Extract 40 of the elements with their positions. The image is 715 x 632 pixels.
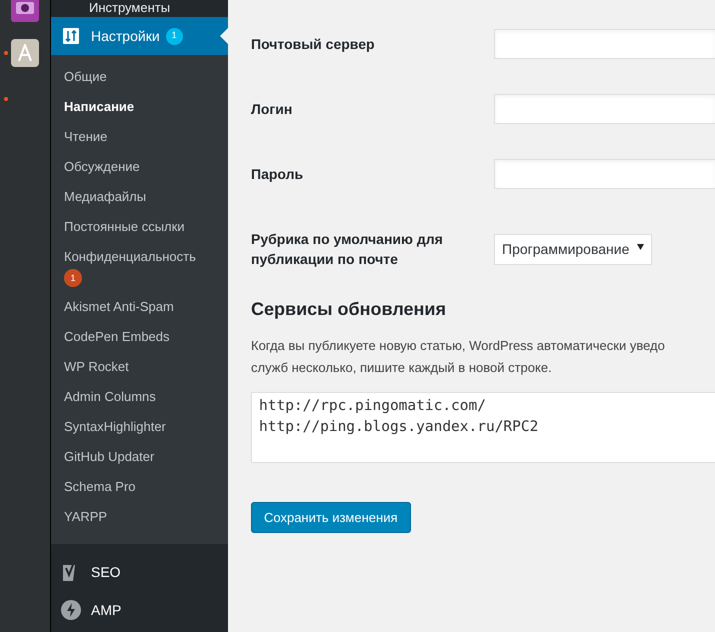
submenu-item[interactable]: SyntaxHighlighter: [51, 412, 228, 442]
app-store-icon[interactable]: [11, 39, 39, 67]
services-textarea[interactable]: http://rpc.pingomatic.com/ http://ping.blogs.yandex.ru/RPC2: [251, 392, 715, 463]
menu-item[interactable]: AMP: [51, 591, 228, 629]
description-text: Когда вы публикуете новую статью, WordPress автоматически уведо: [251, 337, 666, 355]
submenu-item[interactable]: Медиафайлы: [51, 182, 228, 212]
current-arrow-icon: [220, 28, 228, 44]
text-input[interactable]: [494, 94, 715, 124]
submenu-item[interactable]: CodePen Embeds: [51, 322, 228, 352]
submenu-item[interactable]: Постоянные ссылки: [51, 212, 228, 242]
submenu-item[interactable]: YARPP: [51, 502, 228, 532]
description-text: служб несколько, пишите каждый в новой строке.: [251, 359, 553, 377]
video-app-icon[interactable]: [11, 0, 39, 22]
submenu-item[interactable]: WP Rocket: [51, 352, 228, 382]
submenu-item[interactable]: Admin Columns: [51, 382, 228, 412]
section-heading: Сервисы обновления: [251, 298, 447, 321]
submenu-item[interactable]: Akismet Anti-Spam: [51, 292, 228, 322]
submenu-item[interactable]: GitHub Updater: [51, 442, 228, 472]
text-input[interactable]: [494, 29, 715, 59]
submenu-item[interactable]: Конфиденциальность 1: [51, 242, 228, 292]
submenu-item[interactable]: Обсуждение: [51, 152, 228, 182]
submenu-item[interactable]: Чтение: [51, 122, 228, 152]
category-dropdown[interactable]: Программирование: [494, 234, 652, 264]
field-label: Почтовый сервер: [251, 35, 376, 54]
submenu-item[interactable]: Написание: [51, 92, 228, 122]
field-label: Логин: [251, 100, 294, 119]
menu-item[interactable]: Инструменты: [89, 0, 170, 16]
count-badge: 1: [64, 269, 82, 287]
text-input[interactable]: [494, 159, 715, 189]
bolt-icon: [61, 600, 81, 620]
field-label: Рубрика по умолчанию для публикации по почте: [251, 230, 444, 269]
count-badge: 1: [166, 28, 183, 44]
menu-item[interactable]: SEO: [51, 553, 228, 591]
submenu-item[interactable]: Общие: [51, 62, 228, 92]
caret-icon: [637, 244, 644, 250]
submenu-item[interactable]: Schema Pro: [51, 472, 228, 502]
settings-icon: [63, 28, 79, 44]
field-label: Пароль: [251, 165, 304, 184]
menu-item-active[interactable]: Настройки 1: [51, 17, 228, 55]
save-button[interactable]: Сохранить изменения: [251, 502, 410, 533]
